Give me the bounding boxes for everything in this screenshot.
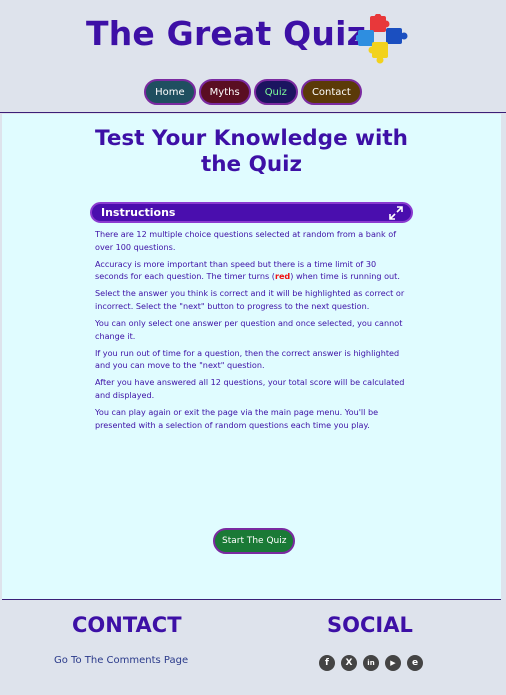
- x-icon[interactable]: X: [341, 655, 357, 671]
- page-heading-line-2: the Quiz: [200, 152, 303, 177]
- instruction-paragraph: You can play again or exit the page via …: [95, 407, 379, 430]
- facebook-icon[interactable]: f: [319, 655, 335, 671]
- instructions-body: There are 12 multiple choice questions s…: [95, 228, 407, 436]
- site-title: The Great Quiz: [86, 14, 367, 53]
- nav-quiz-button[interactable]: Quiz: [253, 79, 298, 105]
- comments-page-link[interactable]: Go To The Comments Page: [54, 655, 188, 666]
- page-heading: Test Your Knowledge with the Quiz: [2, 126, 501, 178]
- linkedin-icon[interactable]: in: [363, 655, 379, 671]
- instruction-paragraph: Accuracy is more important than speed bu…: [95, 258, 407, 283]
- nav-contact-button[interactable]: Contact: [300, 79, 362, 105]
- social-icons: f X in ▶ e: [319, 655, 423, 671]
- expand-arrows-icon[interactable]: [389, 206, 403, 220]
- social-heading: SOCIAL: [327, 613, 413, 637]
- instruction-paragraph: You can only select one answer per quest…: [95, 318, 403, 341]
- contact-heading: CONTACT: [72, 613, 182, 637]
- site-header: The Great Quiz Home Myths Quiz Contact: [0, 0, 506, 113]
- main-nav: Home Myths Quiz Contact: [0, 79, 506, 105]
- puzzle-pieces-icon: [356, 14, 408, 64]
- start-quiz-button[interactable]: Start The Quiz: [213, 528, 296, 554]
- instructions-bar[interactable]: Instructions: [90, 202, 413, 223]
- instruction-paragraph: After you have answered all 12 questions…: [95, 377, 405, 401]
- nav-myths-button[interactable]: Myths: [198, 79, 251, 105]
- instruction-paragraph: Select the answer you think is correct a…: [95, 288, 405, 311]
- instruction-text: ) when time is running out.: [290, 271, 400, 282]
- edge-icon[interactable]: e: [407, 655, 423, 671]
- instructions-title: Instructions: [101, 206, 176, 219]
- instruction-paragraph: If you run out of time for a question, t…: [95, 347, 400, 371]
- instruction-paragraph: There are 12 multiple choice questions s…: [95, 229, 397, 252]
- page-heading-line-1: Test Your Knowledge with: [95, 126, 408, 151]
- main-content: Test Your Knowledge with the Quiz Instru…: [2, 114, 501, 600]
- timer-red-word: red: [274, 271, 291, 282]
- youtube-icon[interactable]: ▶: [385, 655, 401, 671]
- nav-home-button[interactable]: Home: [144, 79, 196, 105]
